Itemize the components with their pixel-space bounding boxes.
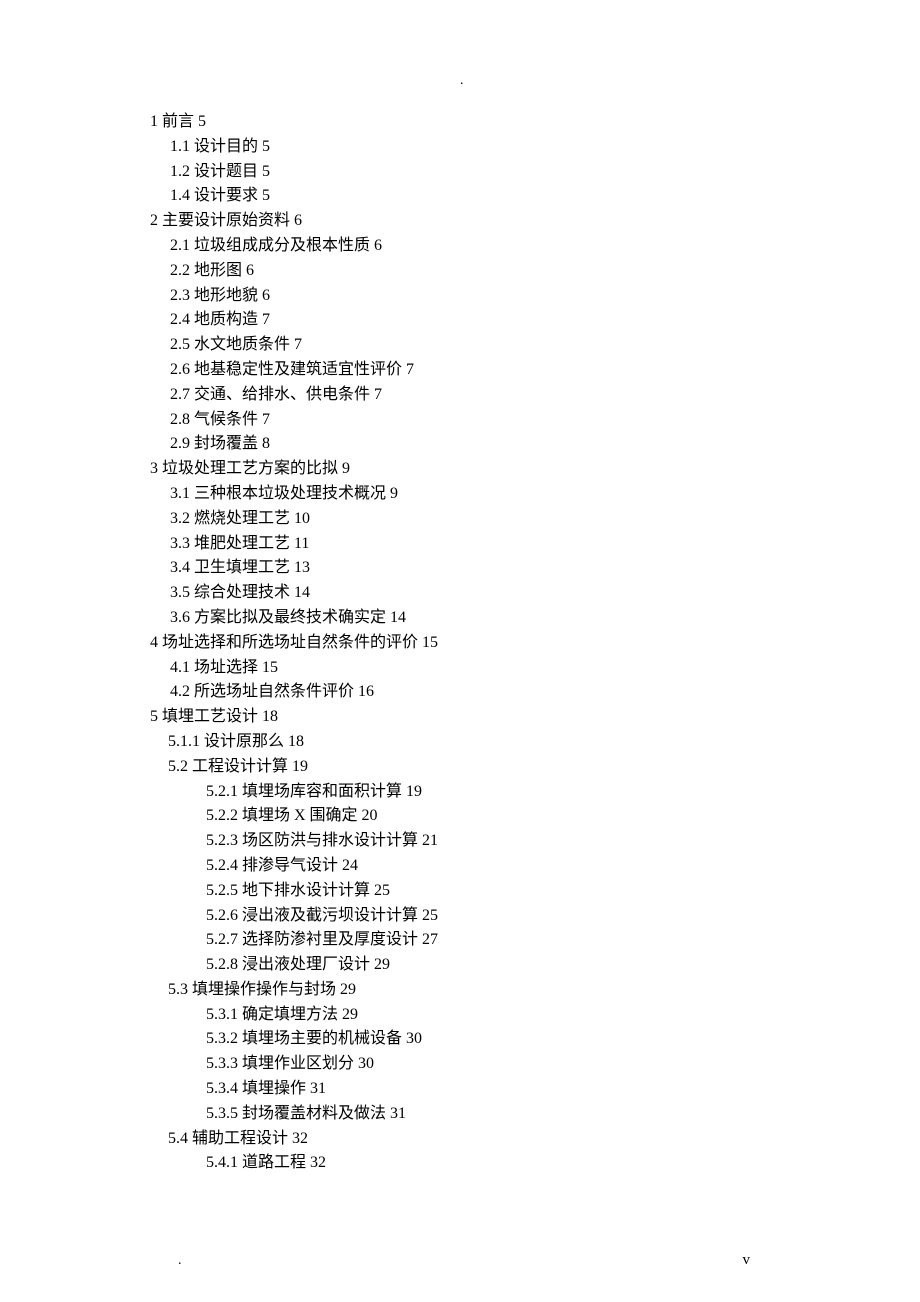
toc-entry: 3.3 堆肥处理工艺 11: [150, 532, 770, 557]
toc-entry: 5.3.4 填埋操作 31: [150, 1077, 770, 1102]
toc-entry: 5.2.3 场区防洪与排水设计计算 21: [150, 829, 770, 854]
toc-entry: 2.4 地质构造 7: [150, 308, 770, 333]
toc-entry: 5.2.1 填埋场库容和面积计算 19: [150, 780, 770, 805]
toc-entry: 2.8 气候条件 7: [150, 408, 770, 433]
toc-entry: 3.6 方案比拟及最终技术确实定 14: [150, 606, 770, 631]
toc-entry: 2.9 封场覆盖 8: [150, 432, 770, 457]
toc-entry: 5.2.8 浸出液处理厂设计 29: [150, 953, 770, 978]
toc-entry: 2.6 地基稳定性及建筑适宜性评价 7: [150, 358, 770, 383]
toc-entry: 1 前言 5: [150, 110, 770, 135]
toc-entry: 2.3 地形地貌 6: [150, 284, 770, 309]
toc-entry: 2.1 垃圾组成成分及根本性质 6: [150, 234, 770, 259]
toc-entry: 5.4.1 道路工程 32: [150, 1151, 770, 1176]
toc-container: 1 前言 51.1 设计目的 51.2 设计题目 51.4 设计要求 52 主要…: [0, 0, 770, 1176]
toc-entry: 5.2.6 浸出液及截污坝设计计算 25: [150, 904, 770, 929]
toc-entry: 5.3.5 封场覆盖材料及做法 31: [150, 1102, 770, 1127]
toc-entry: 5 填埋工艺设计 18: [150, 705, 770, 730]
footer-dot: .: [178, 1250, 182, 1272]
toc-entry: 5.3.2 填埋场主要的机械设备 30: [150, 1027, 770, 1052]
toc-entry: 3.2 燃烧处理工艺 10: [150, 507, 770, 532]
header-dot: .: [460, 70, 464, 92]
toc-entry: 2.5 水文地质条件 7: [150, 333, 770, 358]
toc-entry: 3.4 卫生填埋工艺 13: [150, 556, 770, 581]
toc-entry: 2.2 地形图 6: [150, 259, 770, 284]
toc-entry: 4.1 场址选择 15: [150, 656, 770, 681]
toc-entry: 2.7 交通、给排水、供电条件 7: [150, 383, 770, 408]
toc-entry: 5.2.2 填埋场 X 围确定 20: [150, 804, 770, 829]
toc-entry: 1.1 设计目的 5: [150, 135, 770, 160]
toc-entry: 5.2 工程设计计算 19: [150, 755, 770, 780]
toc-entry: 5.4 辅助工程设计 32: [150, 1127, 770, 1152]
toc-entry: 1.4 设计要求 5: [150, 184, 770, 209]
toc-entry: 5.3 填埋操作操作与封场 29: [150, 978, 770, 1003]
toc-entry: 4 场址选择和所选场址自然条件的评价 15: [150, 631, 770, 656]
toc-entry: 5.2.4 排渗导气设计 24: [150, 854, 770, 879]
toc-entry: 3.1 三种根本垃圾处理技术概况 9: [150, 482, 770, 507]
toc-entry: 4.2 所选场址自然条件评价 16: [150, 680, 770, 705]
toc-entry: 1.2 设计题目 5: [150, 160, 770, 185]
toc-entry: 5.2.5 地下排水设计计算 25: [150, 879, 770, 904]
toc-entry: 5.1.1 设计原那么 18: [150, 730, 770, 755]
page-marker: v: [743, 1249, 751, 1272]
toc-entry: 3 垃圾处理工艺方案的比拟 9: [150, 457, 770, 482]
toc-entry: 2 主要设计原始资料 6: [150, 209, 770, 234]
toc-entry: 3.5 综合处理技术 14: [150, 581, 770, 606]
toc-entry: 5.3.3 填埋作业区划分 30: [150, 1052, 770, 1077]
toc-entry: 5.3.1 确定填埋方法 29: [150, 1003, 770, 1028]
toc-entry: 5.2.7 选择防渗衬里及厚度设计 27: [150, 928, 770, 953]
